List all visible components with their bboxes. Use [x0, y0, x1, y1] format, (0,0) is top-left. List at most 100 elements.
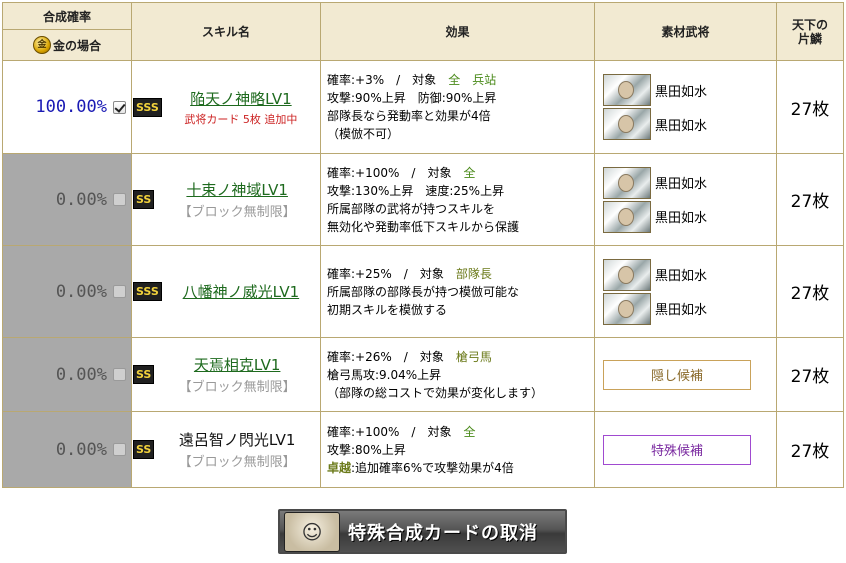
- tenka-count: 27枚: [776, 411, 844, 488]
- material-item[interactable]: 黒田如水: [603, 166, 768, 200]
- material-cell: 黒田如水 黒田如水: [594, 245, 777, 338]
- character-face-icon: ☺: [284, 511, 340, 552]
- rate-cell: 0.00%: [2, 411, 132, 488]
- skill-name: 遠呂智ノ閃光LV1: [178, 431, 296, 449]
- table-row: 0.00% SS 天焉相克LV1 【ブロック無制限】 確率:+26% / 対象 …: [2, 337, 844, 412]
- hidden-candidate-button[interactable]: 隠し候補: [603, 359, 751, 390]
- rate-value: 0.00%: [55, 439, 107, 460]
- effect-line: （模倣不可）: [327, 127, 400, 141]
- header-gold: 金 金の場合: [2, 29, 132, 61]
- material-cell: 黒田如水 黒田如水: [594, 153, 777, 246]
- material-name: 黒田如水: [655, 269, 708, 284]
- cancel-button-label: 特殊合成カードの取消: [348, 522, 538, 544]
- material-item[interactable]: 黒田如水: [603, 258, 768, 292]
- effect-rate: 確率:+26% / 対象: [327, 349, 456, 364]
- effect-cell: 確率:+3% / 対象 全 兵站 攻撃:90%上昇 防御:90%上昇 部隊長なら…: [320, 60, 595, 154]
- tenka-count: 27枚: [776, 245, 844, 338]
- table-row: 0.00% SS 遠呂智ノ閃光LV1 【ブロック無制限】 確率:+100% / …: [2, 411, 844, 488]
- material-item[interactable]: 黒田如水: [603, 200, 768, 234]
- synthesis-table: 合成確率 スキル名 効果 素材武将 天下の 片鱗 金 金の場合 100.00% …: [2, 2, 844, 488]
- effect-cell: 確率:+100% / 対象 全 攻撃:130%上昇 速度:25%上昇 所属部隊の…: [320, 153, 595, 246]
- effect-line: 所属部隊の部隊長が持つ模倣可能な: [327, 284, 520, 299]
- rank-badge: SSS: [133, 282, 162, 301]
- rank-badge: SS: [133, 365, 155, 384]
- header-material: 素材武将: [594, 2, 777, 61]
- rank-badge: SS: [133, 440, 155, 459]
- special-candidate-button[interactable]: 特殊候補: [603, 434, 751, 465]
- select-checkbox[interactable]: [113, 443, 126, 456]
- effect-cell: 確率:+26% / 対象 槍弓馬 槍弓馬攻:9.04%上昇 （部隊の総コストで効…: [320, 337, 595, 412]
- effect-label: 卓越: [327, 460, 352, 475]
- material-cell: 黒田如水 黒田如水: [594, 60, 777, 154]
- skill-sub-note: 【ブロック無制限】: [178, 455, 296, 470]
- table-row: 0.00% SS 十束ノ神域LV1 【ブロック無制限】 確率:+100% / 対…: [2, 153, 844, 246]
- rate-value: 100.00%: [35, 97, 107, 117]
- general-portrait-icon: [603, 200, 651, 233]
- skill-name-link[interactable]: 陥天ノ神略LV1: [162, 88, 320, 109]
- rank-badge: SS: [133, 190, 155, 209]
- rate-cell: 0.00%: [2, 153, 132, 246]
- tenka-count: 27枚: [776, 60, 844, 154]
- skill-sub-note: 【ブロック無制限】: [178, 380, 296, 395]
- effect-target: 全: [463, 424, 476, 439]
- gold-coin-icon: 金: [32, 36, 51, 54]
- table-row: 100.00% SSS 陥天ノ神略LV1 武将カード 5枚 追加中 確率:+3%…: [2, 60, 844, 154]
- effect-line: 槍弓馬攻:9.04%上昇: [327, 367, 442, 382]
- material-name: 黒田如水: [655, 118, 708, 134]
- effect-line: 所属部隊の武将が持つスキルを: [327, 201, 496, 216]
- effect-line: 初期スキルを模倣する: [327, 302, 448, 317]
- skill-name-link[interactable]: 十束ノ神域LV1: [154, 179, 319, 200]
- material-name: 黒田如水: [655, 84, 708, 100]
- effect-line: 部隊長なら発動率と効果が4倍: [327, 109, 491, 123]
- effect-target: 槍弓馬: [455, 349, 492, 364]
- skill-cell: SSS 八幡神ノ威光LV1: [131, 245, 321, 338]
- rate-cell: 0.00%: [2, 337, 132, 412]
- tenka-count: 27枚: [776, 337, 844, 412]
- general-portrait-icon: [603, 108, 651, 140]
- effect-line: 攻撃:130%上昇 速度:25%上昇: [327, 183, 505, 198]
- general-portrait-icon: [603, 166, 651, 199]
- select-checkbox[interactable]: [113, 193, 126, 206]
- skill-name-link[interactable]: 八幡神ノ威光LV1: [162, 281, 320, 302]
- effect-target: 全: [463, 165, 476, 180]
- material-item[interactable]: 黒田如水: [603, 107, 768, 141]
- header-tenka-line2: 片鱗: [797, 31, 822, 46]
- skill-cell: SS 遠呂智ノ閃光LV1 【ブロック無制限】: [131, 411, 321, 488]
- gold-label: 金の場合: [52, 38, 101, 53]
- select-checkbox[interactable]: [113, 100, 126, 114]
- skill-cell: SS 天焉相克LV1 【ブロック無制限】: [131, 337, 321, 412]
- select-checkbox[interactable]: [113, 368, 126, 381]
- material-item[interactable]: 黒田如水: [603, 73, 768, 107]
- skill-sub-note: 武将カード 5枚 追加中: [184, 112, 298, 126]
- general-portrait-icon: [603, 258, 651, 291]
- skill-cell: SSS 陥天ノ神略LV1 武将カード 5枚 追加中: [131, 60, 321, 154]
- material-name: 黒田如水: [655, 303, 708, 318]
- select-checkbox[interactable]: [113, 285, 126, 298]
- effect-rate: 確率:+25% / 対象: [327, 266, 456, 281]
- table-row: 0.00% SSS 八幡神ノ威光LV1 確率:+25% / 対象 部隊長 所属部…: [2, 245, 844, 338]
- effect-target: 全 兵站: [448, 73, 497, 87]
- effect-line: 攻撃:90%上昇 防御:90%上昇: [327, 91, 497, 105]
- rate-value: 0.00%: [55, 281, 107, 302]
- cancel-special-synthesis-button[interactable]: ☺ 特殊合成カードの取消: [278, 509, 567, 554]
- effect-line: （部隊の総コストで効果が変化します）: [327, 385, 544, 400]
- header-tenka: 天下の 片鱗: [776, 2, 844, 61]
- general-portrait-icon: [603, 292, 651, 325]
- effect-line: 無効化や発動率低下スキルから保護: [327, 219, 520, 234]
- skill-cell: SS 十束ノ神域LV1 【ブロック無制限】: [131, 153, 321, 246]
- material-name: 黒田如水: [655, 177, 708, 192]
- effect-rate: 確率:+3% / 対象: [327, 73, 449, 87]
- rate-value: 0.00%: [55, 364, 107, 385]
- material-cell: 隠し候補: [594, 337, 777, 412]
- effect-rate: 確率:+100% / 対象: [327, 424, 464, 439]
- header-skill-name: スキル名: [131, 2, 321, 61]
- tenka-count: 27枚: [776, 153, 844, 246]
- effect-rate: 確率:+100% / 対象: [327, 165, 464, 180]
- header-rate: 合成確率: [2, 2, 132, 30]
- rate-value: 0.00%: [55, 189, 107, 210]
- material-item[interactable]: 黒田如水: [603, 292, 768, 326]
- header-tenka-line1: 天下の: [791, 17, 828, 32]
- material-name: 黒田如水: [655, 211, 708, 226]
- skill-name-link[interactable]: 天焉相克LV1: [154, 354, 319, 375]
- general-portrait-icon: [603, 74, 651, 106]
